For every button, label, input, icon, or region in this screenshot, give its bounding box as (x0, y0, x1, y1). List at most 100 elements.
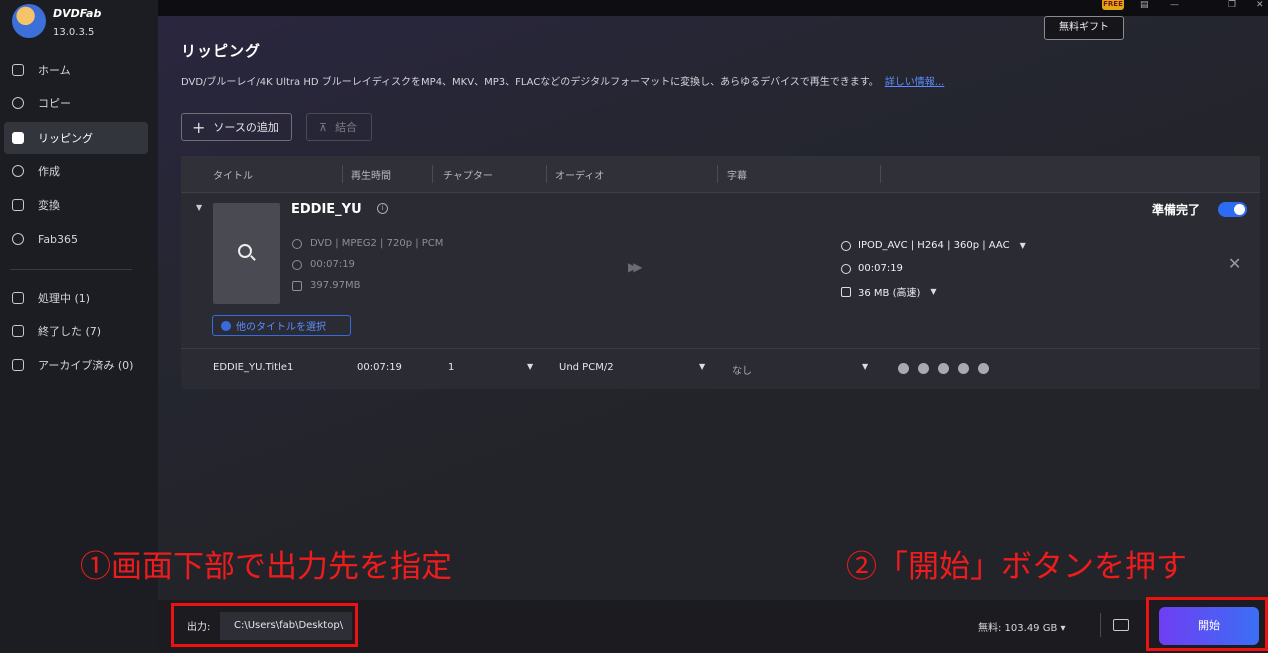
crop-icon[interactable] (958, 363, 969, 374)
add-source-label: ソースの追加 (213, 121, 279, 134)
chevron-down-icon[interactable]: ▼ (699, 362, 705, 371)
merge-label: 結合 (335, 121, 358, 134)
chevron-down-icon: ▼ (1019, 241, 1026, 250)
sidebar-item-fab365[interactable]: Fab365 (4, 223, 148, 255)
merge-button[interactable]: ⊼ 結合 (306, 113, 372, 141)
ripping-icon (12, 132, 24, 144)
sidebar-divider (10, 269, 132, 270)
output-size[interactable]: 36 MB (高速) ▼ (841, 284, 937, 299)
subtitle-select[interactable]: なし (732, 362, 752, 377)
minimize-icon[interactable]: — (1170, 0, 1179, 10)
table-header: タイトル 再生時間 チャプター オーディオ 字幕 (181, 156, 1260, 193)
collapse-arrow-icon[interactable]: ▼ (196, 203, 202, 212)
sidebar-item-home[interactable]: ホーム (4, 54, 148, 86)
delete-row-icon[interactable] (978, 363, 989, 374)
sidebar-item-label: コピー (38, 97, 71, 110)
remove-title-icon[interactable]: ✕ (1228, 254, 1241, 273)
folder-icon[interactable] (1113, 619, 1129, 631)
sidebar-item-label: 処理中 (1) (38, 292, 91, 305)
merge-icon: ⊼ (319, 120, 328, 134)
clock-icon (292, 259, 302, 270)
source-size-text: 397.97MB (310, 280, 361, 291)
chevron-down-icon: ▼ (930, 287, 937, 296)
sidebar-item-label: ホーム (38, 64, 71, 77)
sidebar-item-archived[interactable]: アーカイブ済み (0) (4, 349, 148, 381)
free-space-select[interactable]: 無料: 103.49 GB ▾ (978, 619, 1066, 634)
highlight-start-box (1146, 597, 1268, 651)
rewind-icon[interactable] (918, 363, 929, 374)
header-separator (546, 165, 547, 183)
sidebar-item-label: 終了した (7) (38, 325, 102, 338)
free-badge[interactable]: FREE (1102, 0, 1124, 10)
output-duration-text: 00:07:19 (858, 263, 903, 274)
home-icon (12, 64, 24, 76)
more-info-link[interactable]: 詳しい情報... (885, 77, 945, 88)
source-duration-text: 00:07:19 (310, 259, 355, 270)
source-info-text: DVD | MPEG2 | 720p | PCM (310, 238, 444, 249)
chevron-down-icon[interactable]: ▼ (862, 362, 868, 371)
chevron-down-icon[interactable]: ▼ (527, 362, 533, 371)
header-subtitle: 字幕 (727, 171, 747, 182)
select-title-label: 他のタイトルを選択 (236, 322, 326, 333)
sidebar-item-finished[interactable]: 終了した (7) (4, 315, 148, 347)
header-separator (342, 165, 343, 183)
select-other-title-button[interactable]: 他のタイトルを選択 (212, 315, 351, 336)
output-profile[interactable]: IPOD_AVC | H264 | 360p | AAC ▼ (841, 240, 1026, 251)
header-separator (717, 165, 718, 183)
title-table: タイトル 再生時間 チャプター オーディオ 字幕 (181, 156, 1260, 389)
disc-icon (292, 238, 302, 249)
page-description: DVD/ブルーレイ/4K Ultra HD ブルーレイディスクをMP4、MKV、… (181, 73, 944, 88)
restore-icon[interactable]: ❐ (1228, 0, 1236, 10)
plus-icon: + (192, 117, 206, 137)
copy-disc-icon (12, 97, 24, 109)
disc-title: EDDIE_YU (291, 202, 362, 217)
highlight-output-box (171, 603, 358, 647)
list-icon (221, 320, 231, 331)
header-audio: オーディオ (555, 171, 605, 182)
bottom-divider (1100, 613, 1101, 637)
fab365-icon (12, 233, 24, 245)
app-version: 13.0.3.5 (53, 27, 95, 38)
row-title: EDDIE_YU.Title1 (213, 362, 294, 373)
row-divider (181, 348, 1260, 349)
info-icon[interactable]: i (377, 203, 388, 214)
play-icon[interactable] (898, 363, 909, 374)
annotation-step1: ①画面下部で出力先を指定 (80, 549, 452, 585)
zoom-icon (238, 244, 252, 258)
sidebar-item-processing[interactable]: 処理中 (1) (4, 282, 148, 314)
sidebar-item-label: リッピング (38, 132, 93, 145)
output-size-text: 36 MB (高速) (858, 288, 921, 299)
header-duration: 再生時間 (351, 171, 391, 182)
clock-icon (841, 263, 851, 274)
output-duration: 00:07:19 (841, 263, 903, 274)
sidebar-item-copy[interactable]: コピー (4, 87, 148, 119)
chapter-select[interactable]: 1 (448, 362, 454, 373)
sidebar-item-create[interactable]: 作成 (4, 155, 148, 187)
close-window-icon[interactable]: ✕ (1256, 0, 1264, 10)
clipboard-check-icon (12, 325, 24, 337)
sidebar-item-label: アーカイブ済み (0) (38, 359, 134, 372)
description-text: DVD/ブルーレイ/4K Ultra HD ブルーレイディスクをMP4、MKV、… (181, 77, 879, 88)
row-duration: 00:07:19 (357, 362, 402, 373)
output-profile-text: IPOD_AVC | H264 | 360p | AAC (858, 240, 1010, 251)
edit-icon[interactable] (938, 363, 949, 374)
profile-icon (841, 240, 851, 251)
ready-toggle[interactable] (1218, 202, 1247, 217)
add-source-button[interactable]: + ソースの追加 (181, 113, 292, 141)
file-size-icon (292, 280, 302, 291)
menu-icon[interactable]: ▤ (1140, 0, 1149, 10)
source-info: DVD | MPEG2 | 720p | PCM (292, 238, 443, 249)
convert-arrow-icon: ▶▶ (628, 260, 643, 274)
disc-thumbnail[interactable] (213, 203, 280, 304)
sidebar-item-convert[interactable]: 変換 (4, 189, 148, 221)
sidebar-item-ripping[interactable]: リッピング (4, 122, 148, 154)
audio-select[interactable]: Und PCM/2 (559, 362, 614, 373)
sidebar-item-label: Fab365 (38, 232, 79, 246)
sidebar-item-label: 作成 (38, 165, 60, 178)
header-title: タイトル (213, 171, 253, 182)
free-gift-button[interactable]: 無料ギフト (1044, 16, 1124, 40)
sidebar-item-label: 変換 (38, 199, 60, 212)
annotation-step2: ②「開始」ボタンを押す (846, 549, 1187, 585)
header-chapter: チャプター (443, 171, 493, 182)
film-icon (12, 199, 24, 211)
